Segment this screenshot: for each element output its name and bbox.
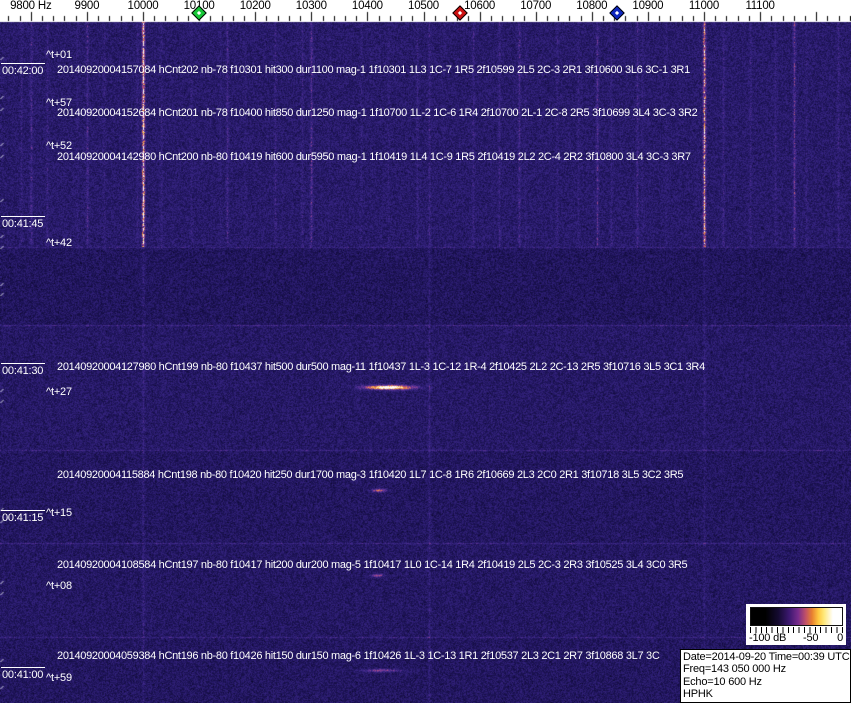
spectrogram-app: 9800 Hz990010000101001020010300104001050…	[0, 0, 851, 703]
colorbar-label-min: -100 dB	[749, 632, 786, 644]
echo-event-log-line: 20140920004157084 hCnt202 nb-78 f10301 h…	[57, 64, 690, 76]
echo-event-log-line: 20140920004142980 hCnt200 nb-80 f10419 h…	[57, 151, 691, 163]
time-offset-label: ^t+59	[46, 672, 72, 684]
echo-event-log-line: 20140920004127980 hCnt199 nb-80 f10437 h…	[57, 361, 705, 373]
info-line-date: Date=2014-09-20 Time=00:39 UTC	[683, 651, 850, 663]
overlay-layer: 00:42:00 00:41:45 00:41:30 00:41:15 00:41:00…	[0, 0, 851, 703]
echo-event-log-line: 20140920004152684 hCnt201 nb-78 f10400 h…	[57, 107, 697, 119]
time-label: 00:42:00	[1, 63, 45, 77]
time-offset-label: ^t+27	[46, 386, 72, 398]
echo-event-log-line: 20140920004108584 hCnt197 nb-80 f10417 h…	[57, 559, 687, 571]
time-offset-label: ^t+42	[46, 237, 72, 249]
time-offset-label: ^t+08	[46, 580, 72, 592]
colorbar: -100 dB -50 0	[746, 604, 846, 645]
echo-event-log-line: 20140920004115884 hCnt198 nb-80 f10420 h…	[57, 469, 683, 481]
info-line-station: HPHK	[683, 688, 850, 700]
colorbar-labels: -100 dB -50 0	[746, 632, 846, 644]
time-label: 00:41:15	[1, 510, 45, 524]
info-box: Date=2014-09-20 Time=00:39 UTC Freq=143 …	[680, 649, 851, 703]
info-line-echo: Echo=10 600 Hz	[683, 676, 850, 688]
time-label: 00:41:30	[1, 363, 45, 377]
time-label: 00:41:00	[1, 667, 45, 681]
time-offset-label: ^t+15	[46, 507, 72, 519]
colorbar-label-mid: -50	[803, 632, 818, 644]
echo-event-log-line: 20140920004059384 hCnt196 nb-80 f10426 h…	[57, 650, 660, 662]
info-line-freq: Freq=143 050 000 Hz	[683, 663, 850, 675]
colorbar-label-max: 0	[837, 632, 843, 644]
colorbar-gradient	[750, 607, 843, 626]
time-offset-label: ^t+01	[46, 49, 72, 61]
time-label: 00:41:45	[1, 216, 45, 230]
